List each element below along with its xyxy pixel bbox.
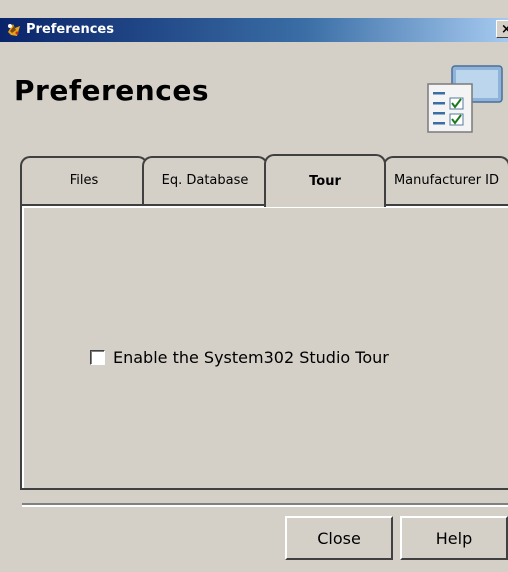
app-icon xyxy=(8,24,20,36)
tab-files[interactable]: Files xyxy=(20,156,148,204)
tab-tour[interactable]: Tour xyxy=(264,154,386,207)
title-bar[interactable]: Preferences × xyxy=(0,18,508,42)
panel-edge xyxy=(22,206,508,488)
separator xyxy=(22,503,508,507)
enable-tour-option[interactable]: Enable the System302 Studio Tour xyxy=(90,348,389,367)
tour-tab-panel: Enable the System302 Studio Tour xyxy=(20,204,508,490)
help-button[interactable]: Help xyxy=(400,516,508,560)
preferences-checklist-icon xyxy=(427,65,503,133)
window-title: Preferences xyxy=(26,22,114,37)
window-close-button[interactable]: × xyxy=(496,20,508,38)
page-title: Preferences xyxy=(14,74,209,107)
preferences-dialog: Preferences × Preferences Files Eq. Data… xyxy=(0,0,508,572)
tab-manufacturer-id[interactable]: Manufacturer ID xyxy=(383,156,508,204)
enable-tour-checkbox[interactable] xyxy=(90,350,105,365)
enable-tour-label[interactable]: Enable the System302 Studio Tour xyxy=(113,348,389,367)
tab-eq-database[interactable]: Eq. Database xyxy=(142,156,268,204)
close-button[interactable]: Close xyxy=(285,516,393,560)
